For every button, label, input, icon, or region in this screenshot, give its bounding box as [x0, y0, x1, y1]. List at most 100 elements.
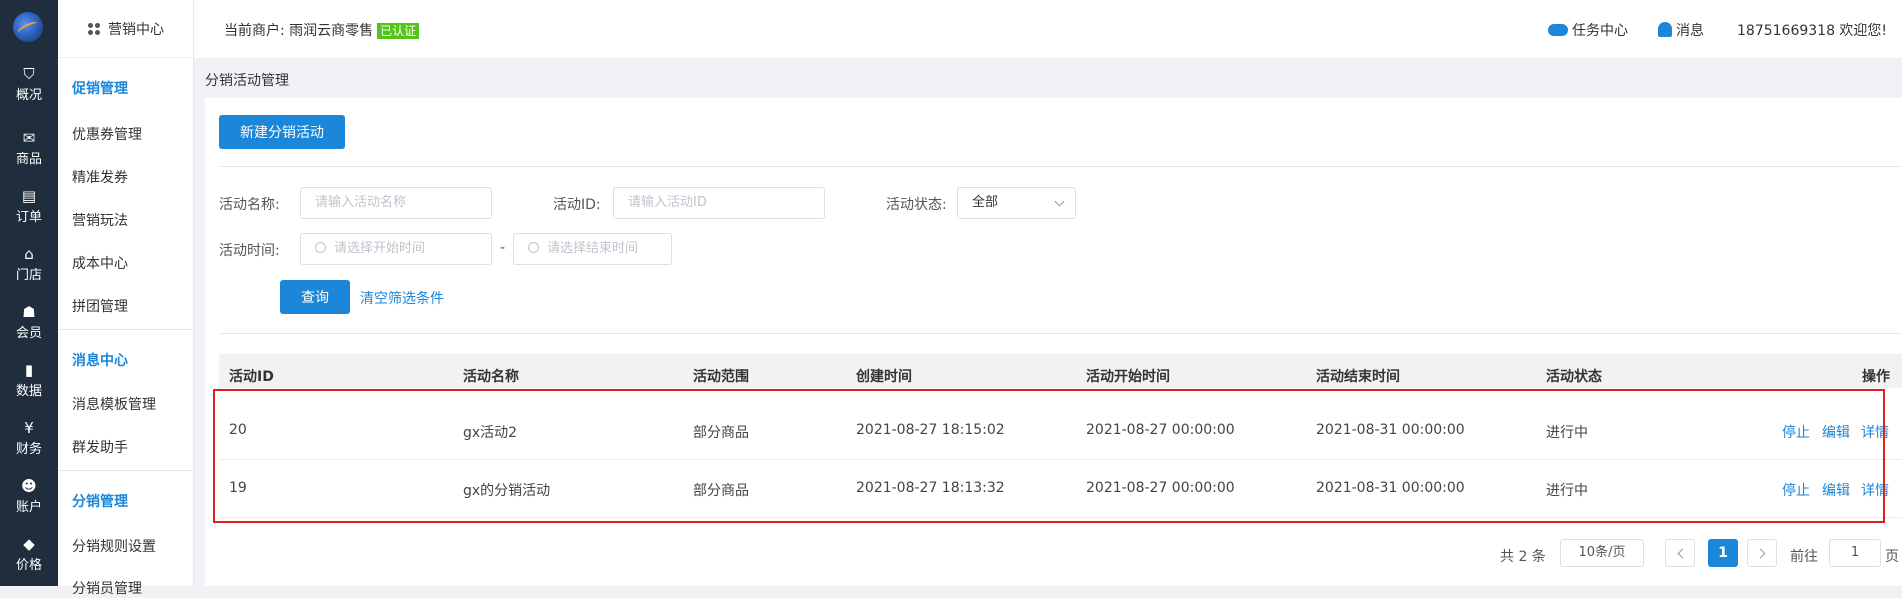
bell-icon [1658, 22, 1672, 37]
rail-label: 账户 [15, 500, 42, 515]
rail-label: 商品 [15, 152, 42, 167]
page-title: 分销活动管理 [205, 73, 289, 89]
sidebar-divider [58, 329, 194, 330]
filter-id-label: 活动ID: [553, 197, 601, 213]
sidebar-item-broadcast[interactable]: 群发助手 [72, 437, 128, 457]
rail-item-account[interactable]: ☻ 账户 [0, 478, 58, 515]
sidebar-header: 营销中心 [58, 0, 193, 58]
highlight-box [213, 389, 1885, 523]
chevron-down-icon [1054, 196, 1065, 207]
rail-label: 数据 [15, 384, 42, 399]
data-icon: ▮ [24, 361, 34, 379]
account-icon: ☻ [21, 477, 37, 495]
divider [219, 333, 1902, 334]
col-end-time: 活动结束时间 [1316, 369, 1400, 385]
col-start-time: 活动开始时间 [1086, 369, 1170, 385]
pagination-total: 共 2 条 [1500, 549, 1546, 565]
sidebar-title: 营销中心 [108, 21, 164, 38]
status-select[interactable]: 全部 [957, 187, 1076, 219]
rail-item-members[interactable]: ☗ 会员 [0, 304, 58, 341]
next-page-button[interactable] [1747, 539, 1777, 567]
rail-label: 门店 [15, 268, 42, 283]
sidebar-section-distribution[interactable]: 分销管理 [72, 491, 128, 511]
merchant-label: 当前商户: 雨润云商零售 [224, 23, 374, 39]
sidebar-item-group-buy[interactable]: 拼团管理 [72, 296, 128, 316]
table-header: 活动ID 活动名称 活动范围 创建时间 活动开始时间 活动结束时间 活动状态 操… [219, 354, 1902, 388]
sidebar-item-distributors[interactable]: 分销员管理 [72, 578, 142, 598]
col-activity-scope: 活动范围 [693, 369, 749, 385]
chevron-right-icon [1755, 548, 1766, 559]
rail-label: 价格 [15, 558, 42, 573]
sidebar-item-marketing-play[interactable]: 营销玩法 [72, 210, 128, 230]
messages-label: 消息 [1676, 23, 1704, 39]
task-center-link[interactable]: 任务中心 [1548, 20, 1628, 40]
rail-label: 概况 [15, 88, 42, 103]
col-actions: 操作 [1862, 369, 1890, 385]
start-time-placeholder: 请选择开始时间 [334, 241, 426, 256]
rail-label: 会员 [15, 326, 42, 341]
cloud-upload-icon [1548, 24, 1568, 36]
main-nav-rail: ⛉ 概况 ✉ 商品 ▤ 订单 ⌂ 门店 ☗ 会员 ▮ 数据 ¥ 财务 ☻ 账户 ◆ 价格 [0, 0, 58, 586]
clear-filters-link[interactable]: 清空筛选条件 [360, 288, 444, 308]
start-time-input[interactable]: 请选择开始时间 [300, 233, 492, 265]
goto-label: 前往 [1790, 549, 1818, 565]
page-number-current[interactable]: 1 [1708, 539, 1738, 567]
status-select-value: 全部 [972, 195, 999, 210]
activity-name-input[interactable]: 请输入活动名称 [300, 187, 492, 219]
sidebar-section-promotion[interactable]: 促销管理 [72, 78, 128, 98]
clock-icon [528, 242, 539, 253]
page-suffix: 页 [1885, 549, 1899, 565]
filter-name-label: 活动名称: [219, 197, 280, 213]
page-size-value: 10条/页 [1578, 545, 1626, 560]
app-logo-icon[interactable] [13, 12, 43, 42]
rail-item-finance[interactable]: ¥ 财务 [0, 420, 58, 457]
filter-status-label: 活动状态: [886, 197, 947, 213]
rail-item-goods[interactable]: ✉ 商品 [0, 130, 58, 167]
rail-item-stores[interactable]: ⌂ 门店 [0, 246, 58, 283]
rail-item-overview[interactable]: ⛉ 概况 [0, 66, 58, 103]
secondary-sidebar: 营销中心 促销管理 优惠券管理 精准发券 营销玩法 成本中心 拼团管理 消息中心… [58, 0, 194, 597]
end-time-placeholder: 请选择结束时间 [547, 241, 639, 256]
store-icon: ⌂ [24, 245, 34, 263]
filter-time-label: 活动时间: [219, 243, 280, 259]
rail-label: 订单 [15, 210, 42, 225]
col-status: 活动状态 [1546, 369, 1602, 385]
goto-page-input[interactable]: 1 [1829, 539, 1881, 567]
merchant-info: 当前商户: 雨润云商零售 已认证 [224, 20, 420, 40]
prev-page-button[interactable] [1665, 539, 1695, 567]
sidebar-item-distribution-rules[interactable]: 分销规则设置 [72, 536, 156, 556]
col-activity-name: 活动名称 [463, 369, 519, 385]
query-button[interactable]: 查询 [280, 280, 350, 314]
divider [219, 166, 1902, 167]
col-created-time: 创建时间 [856, 369, 912, 385]
rail-label: 财务 [15, 442, 42, 457]
activity-id-input[interactable]: 请输入活动ID [613, 187, 825, 219]
top-header: 当前商户: 雨润云商零售 已认证 任务中心 消息 18751669318 欢迎您! [194, 0, 1902, 58]
goto-page-value: 1 [1850, 545, 1860, 560]
verified-badge: 已认证 [377, 23, 420, 39]
sidebar-section-messages[interactable]: 消息中心 [72, 350, 128, 370]
goods-icon: ✉ [22, 129, 36, 147]
chevron-left-icon [1677, 548, 1688, 559]
page-size-select[interactable]: 10条/页 [1560, 539, 1644, 567]
dashboard-icon: ⛉ [23, 65, 35, 83]
order-icon: ▤ [21, 187, 37, 205]
sidebar-item-cost-center[interactable]: 成本中心 [72, 253, 128, 273]
price-icon: ◆ [23, 535, 35, 553]
range-separator: - [500, 240, 506, 256]
rail-item-orders[interactable]: ▤ 订单 [0, 188, 58, 225]
new-distribution-button[interactable]: 新建分销活动 [219, 115, 345, 149]
apps-grid-icon [88, 22, 100, 35]
rail-item-data[interactable]: ▮ 数据 [0, 362, 58, 399]
member-icon: ☗ [22, 303, 36, 321]
sidebar-item-precise-coupons[interactable]: 精准发券 [72, 167, 128, 187]
end-time-input[interactable]: 请选择结束时间 [513, 233, 672, 265]
messages-link[interactable]: 消息 [1658, 20, 1704, 40]
sidebar-item-coupons[interactable]: 优惠券管理 [72, 124, 142, 144]
col-activity-id: 活动ID [229, 369, 274, 385]
task-center-label: 任务中心 [1572, 23, 1628, 39]
rail-item-price[interactable]: ◆ 价格 [0, 536, 58, 573]
sidebar-item-message-templates[interactable]: 消息模板管理 [72, 394, 156, 414]
sidebar-divider [58, 470, 194, 471]
user-welcome[interactable]: 18751669318 欢迎您! [1737, 20, 1887, 40]
